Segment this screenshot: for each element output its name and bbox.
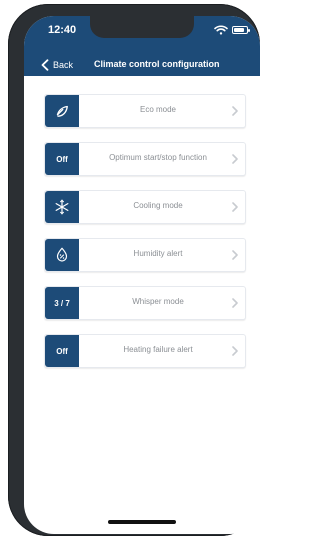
heating-failure-alert-tile: Off (45, 335, 79, 367)
humidity-alert-label: Humidity alert (133, 249, 183, 258)
wifi-icon (214, 25, 228, 35)
whisper-mode-label: Whisper mode (132, 297, 184, 306)
device-notch (90, 16, 194, 38)
list-item-optimum-start-stop[interactable]: Off Optimum start/stop function (44, 142, 246, 176)
eco-mode-label: Eco mode (139, 105, 177, 114)
battery-icon (232, 26, 250, 34)
back-label: Back (53, 60, 74, 70)
list-item-heating-failure-alert[interactable]: Off Heating failure alert (44, 334, 246, 368)
heating-failure-alert-label: Heating failure alert (123, 345, 193, 354)
phone-screen: 12:40 Back Climate control configuration (24, 16, 260, 534)
chevron-right-icon (232, 106, 238, 116)
eco-leaf-icon (56, 105, 68, 117)
eco-mode-tile (45, 95, 79, 127)
phone-frame: 12:40 Back Climate control configuration (8, 4, 260, 536)
humidity-alert-tile (45, 239, 79, 271)
chevron-right-icon (232, 250, 238, 260)
optimum-start-stop-tile: Off (45, 143, 79, 175)
snowflake-icon (55, 199, 69, 215)
chevron-right-icon (232, 202, 238, 212)
cooling-mode-label: Cooling mode (133, 201, 183, 210)
back-button[interactable]: Back (40, 59, 73, 71)
chevron-right-icon (232, 298, 238, 308)
list-item-whisper-mode[interactable]: 3 / 7 Whisper mode (44, 286, 246, 320)
status-icons (214, 25, 250, 35)
optimum-start-stop-label: Optimum start/stop function (109, 153, 207, 162)
chevron-right-icon (232, 346, 238, 356)
chevron-right-icon (232, 154, 238, 164)
humidity-drop-icon (56, 247, 68, 262)
top-app-bar: 12:40 Back Climate control configuration (24, 16, 260, 76)
list-item-humidity-alert[interactable]: Humidity alert (44, 238, 246, 272)
list-item-eco-mode[interactable]: Eco mode (44, 94, 246, 128)
home-indicator[interactable] (108, 520, 176, 524)
cooling-mode-tile (45, 191, 79, 223)
status-time: 12:40 (48, 24, 77, 36)
settings-list: Eco mode Off Optimum start/stop function (44, 94, 246, 382)
list-item-cooling-mode[interactable]: Cooling mode (44, 190, 246, 224)
screen-title: Climate control configuration (94, 59, 220, 69)
whisper-mode-tile: 3 / 7 (45, 287, 79, 319)
chevron-left-icon (41, 59, 49, 71)
